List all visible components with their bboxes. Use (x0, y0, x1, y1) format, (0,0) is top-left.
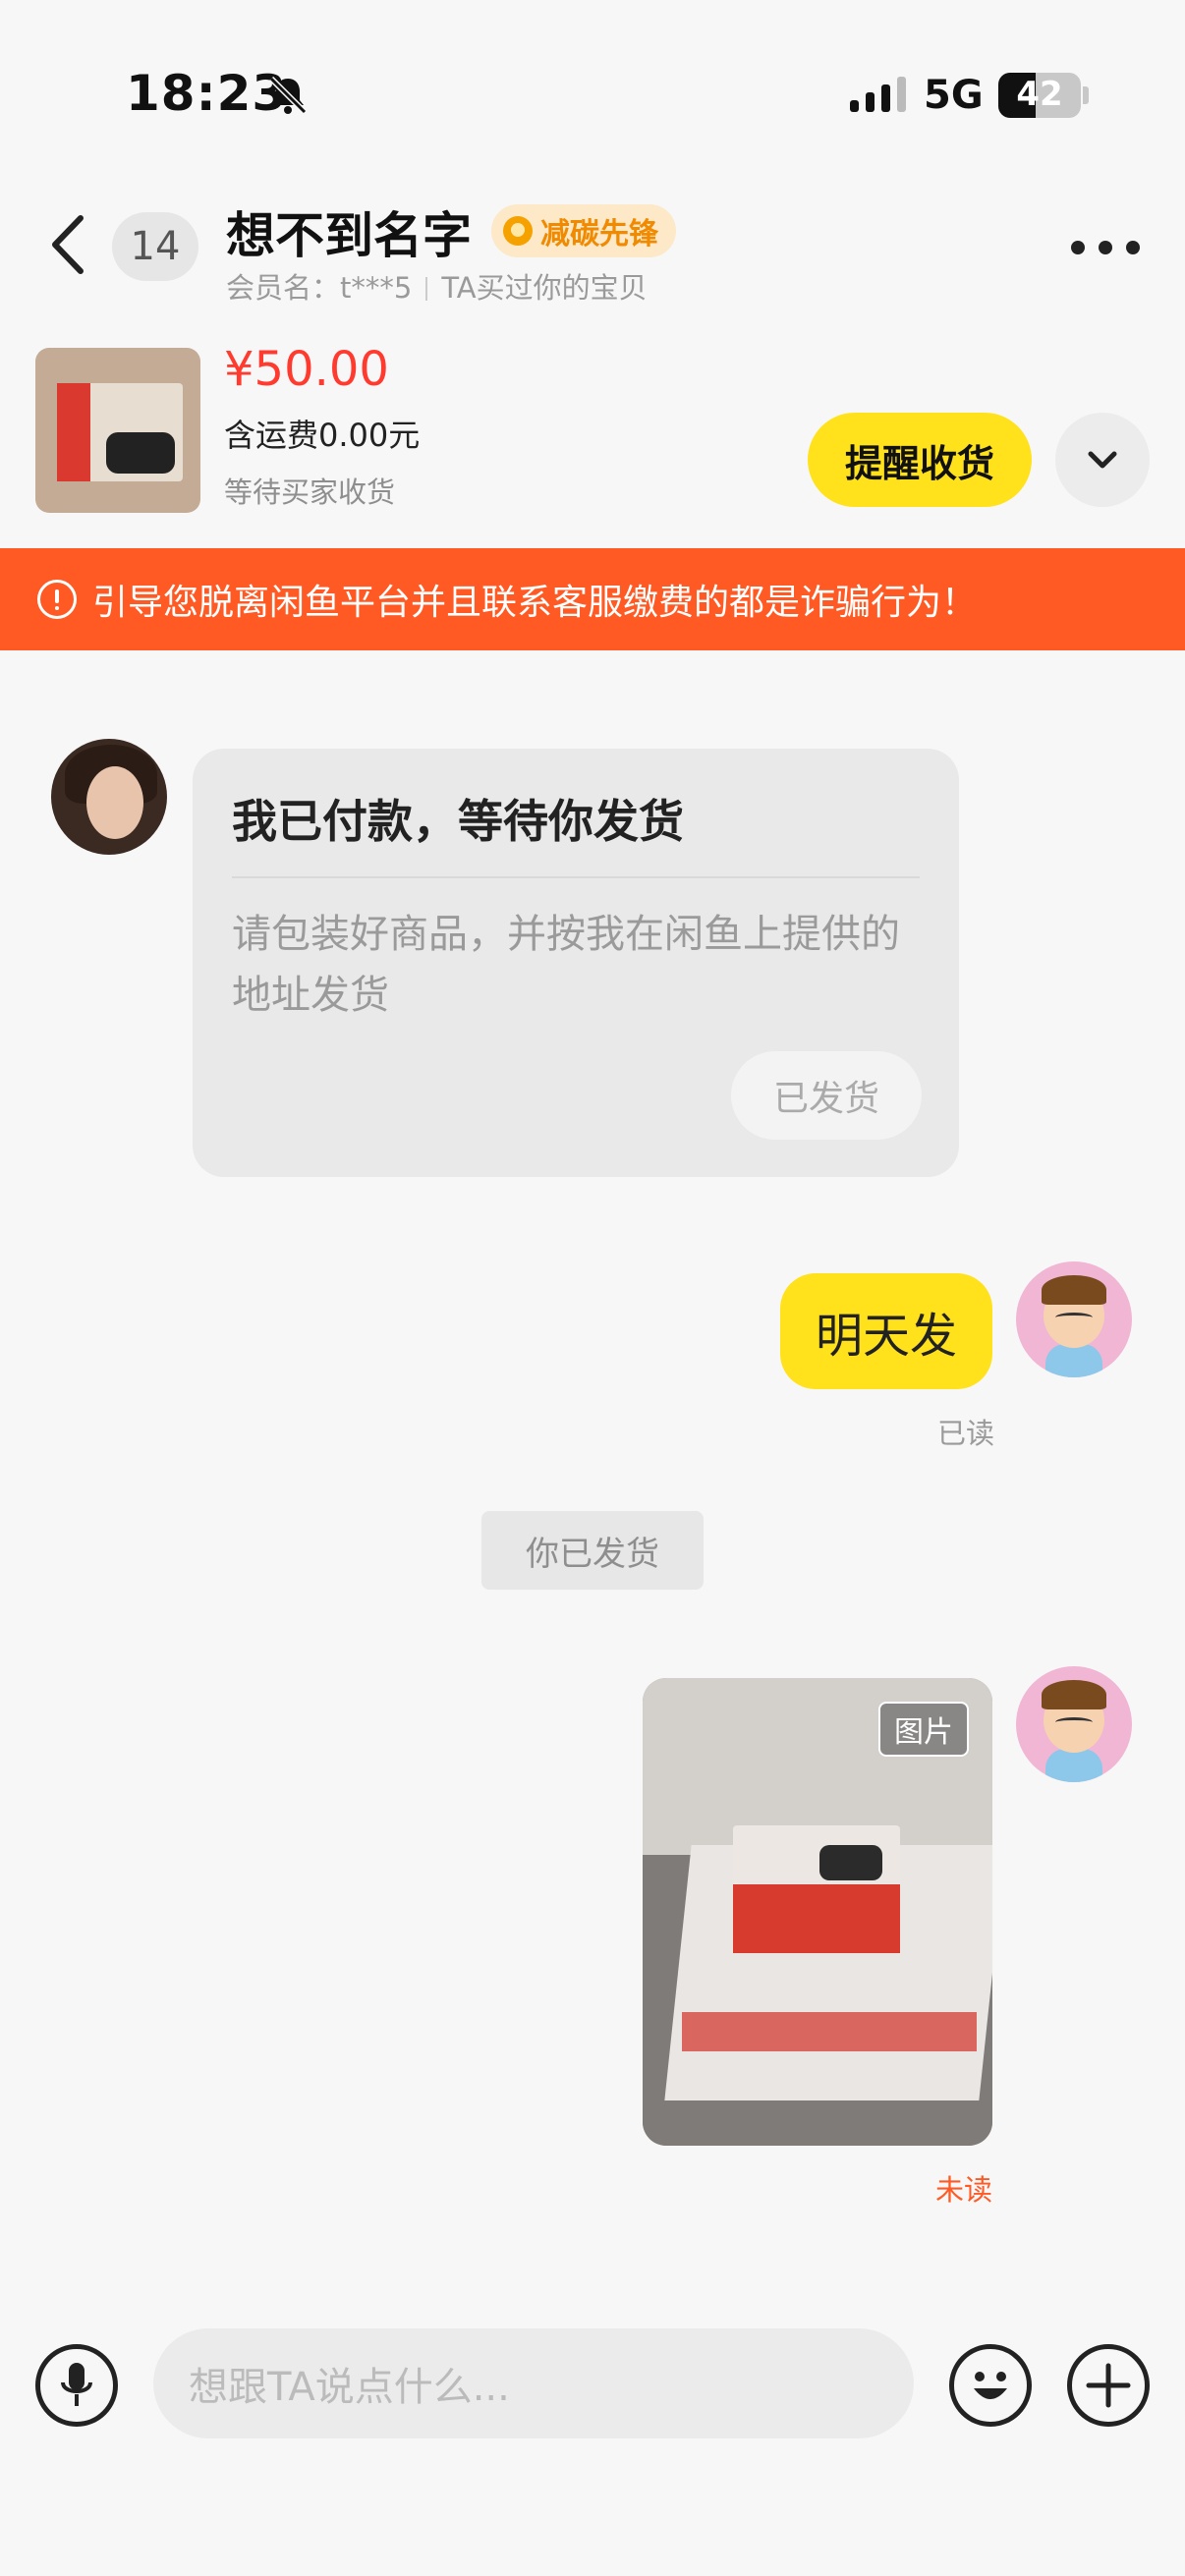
card-title: 我已付款，等待你发货 (232, 795, 684, 848)
message-input[interactable]: 想跟TA说点什么... (153, 2328, 914, 2438)
unread-count-badge[interactable]: 14 (112, 212, 198, 281)
battery-level: 42 (1016, 75, 1063, 114)
eco-badge-label: 减碳先锋 (540, 217, 658, 252)
signal-icon (850, 77, 906, 112)
chat-contact-name[interactable]: 想不到名字 (226, 196, 472, 267)
system-tip: 你已发货 (481, 1511, 704, 1590)
status-time: 18:23 (126, 65, 288, 122)
image-message[interactable]: 图片 (643, 1678, 992, 2146)
emoji-button[interactable] (949, 2344, 1032, 2427)
product-shipping: 含运费0.00元 (224, 417, 421, 454)
fraud-warning-banner: 引导您脱离闲鱼平台并且联系客服缴费的都是诈骗行为！ (0, 548, 1185, 650)
member-name: 会员名：t***5 (226, 271, 413, 305)
card-divider (232, 876, 920, 878)
seller-avatar[interactable] (1016, 1261, 1132, 1377)
battery-tip (1083, 86, 1089, 104)
warning-icon (37, 580, 77, 619)
more-menu-icon[interactable] (1071, 236, 1140, 259)
chevron-down-icon (1088, 451, 1117, 469)
voice-button[interactable] (35, 2344, 118, 2427)
warning-text: 引导您脱离闲鱼平台并且联系客服缴费的都是诈骗行为！ (92, 583, 978, 623)
battery-icon: 42 (998, 73, 1081, 118)
back-arrow-icon[interactable] (41, 210, 96, 279)
emoji-icon (974, 2372, 1007, 2399)
seller-avatar[interactable] (1016, 1666, 1132, 1782)
bell-muted-icon (268, 76, 308, 115)
order-status: 等待买家收货 (224, 476, 396, 509)
seller-text-bubble[interactable]: 明天发 (780, 1273, 992, 1389)
expand-button[interactable] (1055, 413, 1150, 507)
unread-status: 未读 (935, 2173, 993, 2207)
plus-icon (1086, 2363, 1131, 2408)
read-status: 已读 (937, 1417, 995, 1450)
remind-receipt-button[interactable]: 提醒收货 (808, 413, 1032, 507)
eco-badge[interactable]: 减碳先锋 (491, 204, 676, 257)
card-body: 请包装好商品，并按我在闲鱼上提供的地址发货 (232, 912, 900, 1018)
payment-card-message[interactable]: 我已付款，等待你发货 请包装好商品，并按我在闲鱼上提供的地址发货 已发货 (193, 749, 959, 1177)
network-type: 5G (924, 73, 984, 118)
product-thumbnail[interactable] (35, 348, 200, 513)
more-actions-button[interactable] (1067, 2344, 1150, 2427)
product-price: ¥50.00 (224, 342, 389, 397)
buyer-avatar[interactable] (51, 739, 167, 855)
leaf-icon (503, 216, 533, 246)
shipped-button[interactable]: 已发货 (731, 1051, 922, 1140)
microphone-icon (61, 2363, 92, 2406)
contact-subinfo: 会员名：t***5 TA买过你的宝贝 (226, 265, 648, 307)
relation-text: TA买过你的宝贝 (441, 271, 648, 305)
image-tag: 图片 (878, 1702, 969, 1757)
